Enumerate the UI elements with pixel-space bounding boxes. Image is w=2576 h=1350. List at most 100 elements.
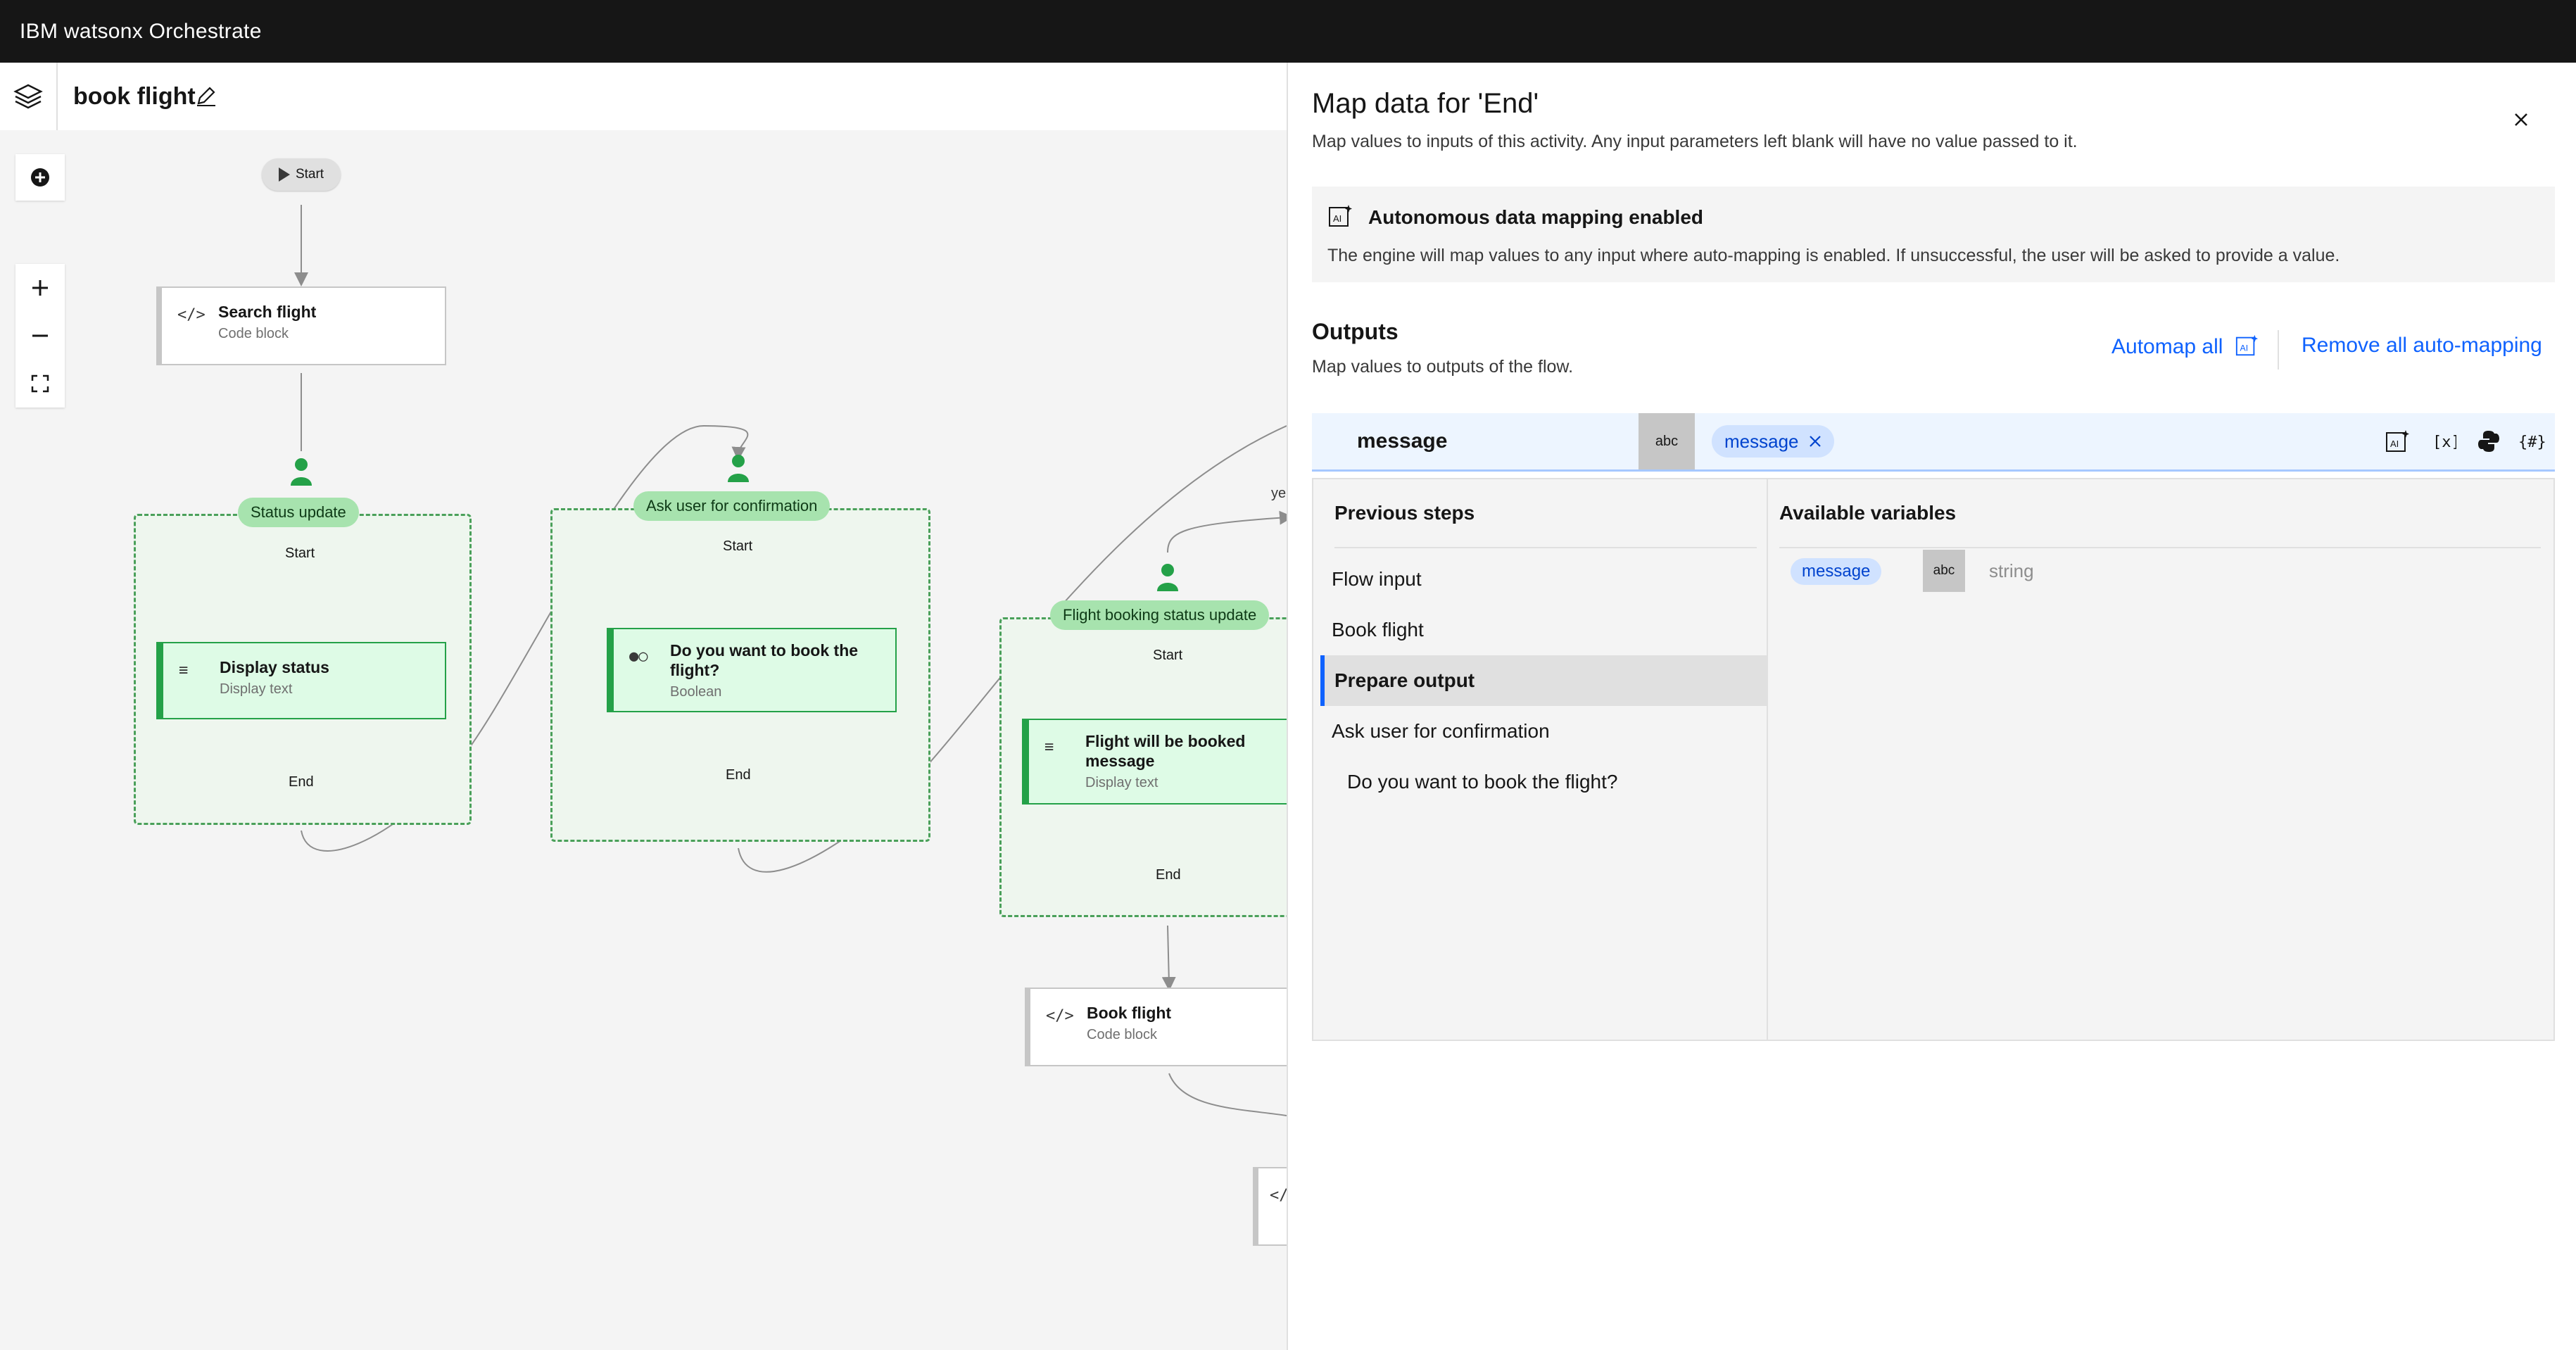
group-end-label: End <box>726 767 751 783</box>
play-icon <box>278 168 290 182</box>
flow-canvas[interactable]: Start </> Search flight Code block Statu… <box>0 130 1287 1350</box>
fit-view-button[interactable] <box>15 360 65 408</box>
app-title: IBM watsonx Orchestrate <box>20 20 262 43</box>
flow-header: book flight <box>0 63 1287 132</box>
panel-description: Map values to inputs of this activity. A… <box>1312 132 2078 151</box>
layers-icon <box>13 84 43 109</box>
variable-type-badge: abc <box>1923 550 1965 592</box>
svg-text:{#}: {#} <box>2518 434 2546 451</box>
top-bar: IBM watsonx Orchestrate <box>0 0 2576 63</box>
group-start-label: Start <box>285 545 315 561</box>
close-icon <box>2515 113 2527 126</box>
edge-label-yes: ye <box>1271 486 1287 501</box>
start-label: Start <box>295 167 324 182</box>
mapped-variable-tag[interactable]: message <box>1712 425 1834 458</box>
outputs-description: Map values to outputs of the flow. <box>1312 357 1574 377</box>
edit-name-icon[interactable] <box>194 84 218 108</box>
node-booked-message[interactable]: ≡ Flight will be booked message Display … <box>1022 719 1287 805</box>
ai-icon: AI <box>1329 205 1352 227</box>
ai-icon: AI <box>2235 334 2258 356</box>
group-start-label: Start <box>723 538 753 554</box>
step-prepare-output[interactable]: Prepare output <box>1320 655 1767 706</box>
remove-tag-icon[interactable] <box>1809 435 1821 448</box>
automap-all-button[interactable]: Automap all AI <box>2111 334 2259 359</box>
group-end-label: End <box>289 774 314 790</box>
node-title: Flight will be booked message <box>1085 732 1246 770</box>
code-icon: </> <box>1046 1007 1074 1025</box>
output-mapping-row[interactable]: message abc message AI [x] {#} <box>1312 413 2555 472</box>
text-lines-icon: ≡ <box>179 662 189 679</box>
node-subtitle: Display text <box>220 681 293 697</box>
previous-steps-header: Previous steps <box>1334 479 1757 548</box>
group-title: Ask user for confirmation <box>633 491 831 521</box>
zoom-in-button[interactable] <box>15 264 65 312</box>
variable-name: message <box>1802 562 1871 581</box>
node-book-flight[interactable]: </> Book flight Code block <box>1025 988 1287 1066</box>
variable-icon[interactable]: [x] <box>2431 429 2456 454</box>
panel-title: Map data for 'End' <box>1312 88 1539 119</box>
step-flow-input[interactable]: Flow input <box>1320 554 1767 605</box>
previous-steps-column: Previous steps Flow input Book flight Pr… <box>1313 479 1768 1040</box>
zoom-tool-group <box>15 264 65 408</box>
user-activity-icon <box>1157 564 1178 591</box>
auto-mapping-notice: AI Autonomous data mapping enabled The e… <box>1312 187 2555 282</box>
node-title: Search flight <box>218 303 317 321</box>
zoom-out-button[interactable] <box>15 312 65 360</box>
mapped-variable-label: message <box>1724 430 1799 452</box>
toggle-icon: ●○ <box>629 648 648 665</box>
user-activity-icon <box>291 458 312 486</box>
available-variables-header: Available variables <box>1779 479 2541 548</box>
group-title: Status update <box>238 498 359 527</box>
layers-button[interactable] <box>0 63 58 130</box>
start-node[interactable]: Start <box>262 158 341 191</box>
node-subtitle: Display text <box>1085 775 1158 790</box>
node-subtitle: Code block <box>1087 1027 1158 1042</box>
automap-all-label: Automap all <box>2111 335 2223 358</box>
node-title: Do you want to book the flight? <box>670 641 859 679</box>
type-badge: abc <box>1639 413 1695 469</box>
fit-screen-icon <box>31 374 49 393</box>
step-ask-user-confirmation[interactable]: Ask user for confirmation <box>1320 706 1767 757</box>
group-end-label: End <box>1156 867 1181 883</box>
node-confirm-boolean[interactable]: ●○ Do you want to book the flight? Boole… <box>607 628 897 712</box>
text-lines-icon: ≡ <box>1044 738 1054 756</box>
close-panel-button[interactable] <box>2513 105 2530 134</box>
outputs-title: Outputs <box>1312 319 1399 344</box>
svg-text:[x]: [x] <box>2432 434 2456 451</box>
plus-icon <box>32 280 48 296</box>
code-icon: </> <box>177 306 206 324</box>
user-activity-icon <box>728 455 749 482</box>
add-tool-group <box>15 154 65 201</box>
node-search-flight[interactable]: </> Search flight Code block <box>156 286 446 365</box>
variable-type: string <box>1989 560 2034 581</box>
minus-icon <box>32 334 48 337</box>
svg-text:AI: AI <box>2240 343 2248 353</box>
node-title: Display status <box>220 658 329 676</box>
link-divider <box>2278 330 2279 370</box>
group-start-label: Start <box>1153 648 1183 663</box>
node-title: Book flight <box>1087 1004 1172 1022</box>
notice-title: Autonomous data mapping enabled <box>1368 206 1704 228</box>
add-circle-icon <box>31 168 49 187</box>
variable-tag[interactable]: message <box>1791 558 1882 585</box>
remove-auto-mapping-button[interactable]: Remove all auto-mapping <box>2302 334 2542 358</box>
output-field-name: message <box>1357 429 1448 453</box>
group-title: Flight booking status update <box>1050 600 1270 630</box>
variable-picker: Previous steps Flow input Book flight Pr… <box>1312 478 2555 1041</box>
node-subtitle: Code block <box>218 326 289 341</box>
svg-text:AI: AI <box>1333 213 1341 224</box>
node-display-status[interactable]: ≡ Display status Display text <box>156 642 446 719</box>
ai-mapping-icon[interactable]: AI <box>2385 429 2410 454</box>
python-icon[interactable] <box>2476 429 2501 454</box>
step-book-flight[interactable]: Book flight <box>1320 605 1767 655</box>
node-partial-code[interactable]: </ <box>1253 1167 1287 1246</box>
node-subtitle: Boolean <box>670 684 722 700</box>
map-data-panel: Map data for 'End' Map values to inputs … <box>1287 63 2576 1350</box>
code-icon: </ <box>1270 1187 1287 1204</box>
substep-book-flight-question[interactable]: Do you want to book the flight? <box>1320 757 1767 807</box>
flow-name: book flight <box>73 83 196 110</box>
svg-text:AI: AI <box>2390 439 2399 449</box>
add-node-button[interactable] <box>15 154 65 201</box>
expression-icon[interactable]: {#} <box>2518 429 2546 454</box>
notice-text: The engine will map values to any input … <box>1327 246 2340 265</box>
